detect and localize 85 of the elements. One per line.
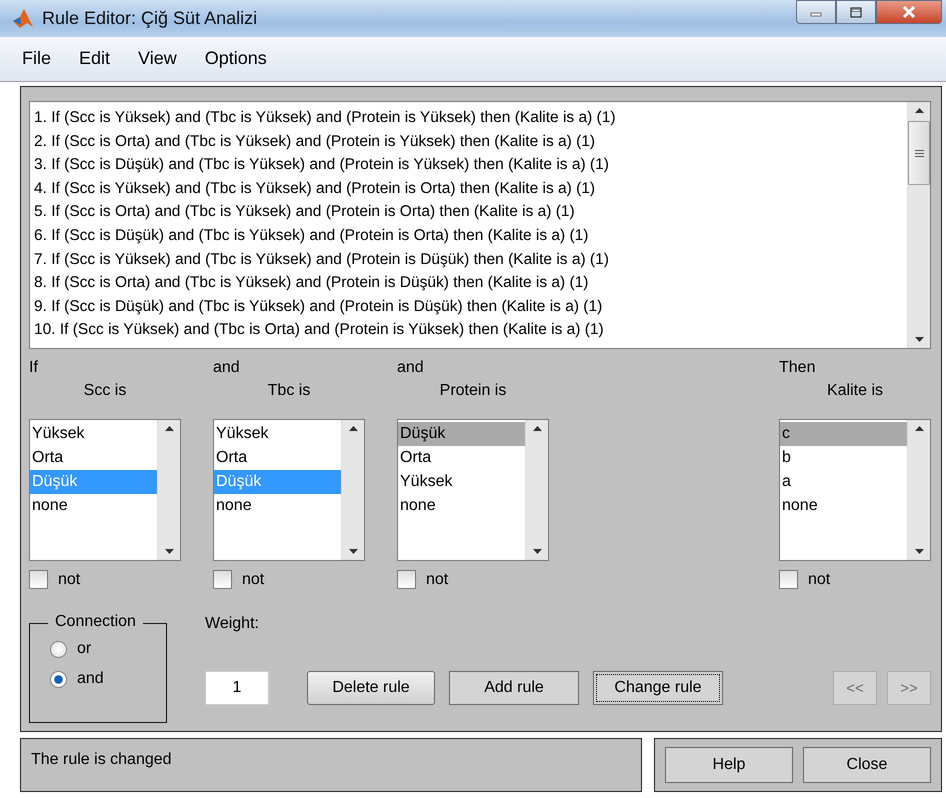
list-item[interactable]: Yüksek [30,422,157,446]
not-label: not [426,570,448,588]
radio-button[interactable] [50,670,67,688]
rule-line[interactable]: 6. If (Scc is Düşük) and (Tbc is Yüksek) and (Protein is Orta) then (Kalite is a) (1) [34,224,903,248]
list-item[interactable]: none [30,494,157,518]
not-checkbox[interactable] [213,570,232,589]
scroll-up-arrow-icon [914,426,924,431]
maximize-button[interactable] [836,0,876,24]
not-checkbox[interactable] [779,570,798,589]
radio-button[interactable] [50,640,67,658]
not-checkbox[interactable] [397,570,416,589]
not-label: not [808,570,830,588]
scroll-thumb[interactable] [908,121,930,185]
not-label: not [58,570,80,588]
rule-line[interactable]: 2. If (Scc is Orta) and (Tbc is Yüksek) and (Protein is Yüksek) then (Kalite is a) (1) [34,130,903,154]
scroll-down-arrow-icon [914,337,924,342]
scroll-up-arrow-icon [532,426,542,431]
variable-label: Protein is [438,382,508,401]
list-item[interactable]: none [214,494,341,518]
scrollbar[interactable] [341,420,364,560]
list-item[interactable]: Orta [214,446,341,470]
scroll-down-arrow-icon [348,549,358,554]
membership-list[interactable]: Düşük Orta Yüksek none [397,419,549,561]
scrollbar[interactable] [525,420,548,560]
status-message: The rule is changed [20,738,642,792]
scroll-down-arrow-icon [164,549,174,554]
rule-line[interactable]: 10. If (Scc is Yüksek) and (Tbc is Orta) and (Protein is Yüksek) then (Kalite is a) (1) [34,318,903,342]
variable-heading: If [29,359,39,378]
membership-list[interactable]: c b a none [779,419,931,561]
rule-button[interactable]: Change rule [593,671,723,705]
footer-button[interactable]: Help [665,747,793,783]
list-item[interactable]: none [398,494,525,518]
membership-list[interactable]: Yüksek Orta Düşük none [29,419,181,561]
rule-line[interactable]: 4. If (Scc is Yüksek) and (Tbc is Yüksek) and (Protein is Orta) then (Kalite is a) (1) [34,176,903,200]
close-button[interactable] [876,0,942,24]
rule-line[interactable]: 1. If (Scc is Yüksek) and (Tbc is Yüksek) and (Protein is Yüksek) then (Kalite is a) (1) [34,106,903,130]
grip-icon [914,150,924,156]
scrollbar[interactable] [157,420,180,560]
minimize-button[interactable] [796,0,836,24]
variable-heading: and [213,359,241,378]
scroll-down-arrow-icon [532,549,542,554]
list-item[interactable]: Yüksek [214,422,341,446]
variable-label: Scc is [82,382,128,401]
scroll-up-arrow-icon [348,426,358,431]
scroll-up-arrow-icon [914,108,924,113]
rule-list[interactable] [29,101,931,349]
menu-item[interactable]: View [138,48,177,70]
variable-heading: Then [779,359,816,378]
window-title: Rule Editor: Çiğ Süt Analizi [42,8,258,29]
rule-line[interactable]: 5. If (Scc is Orta) and (Tbc is Yüksek) and (Protein is Orta) then (Kalite is a) (1) [34,200,903,224]
not-checkbox[interactable] [29,570,48,589]
variable-label: Tbc is [266,382,312,401]
weight-label: Weight: [205,615,260,634]
footer-button[interactable]: Close [803,747,931,783]
list-item[interactable]: a [780,470,907,494]
app-logo-icon [12,7,34,30]
menu-item[interactable]: Edit [79,48,110,70]
membership-list[interactable]: Yüksek Orta Düşük none [213,419,365,561]
scrollbar[interactable] [907,420,930,560]
menu-item[interactable]: File [22,48,52,70]
list-item[interactable]: Düşük [398,422,525,446]
list-item[interactable]: Yüksek [398,470,525,494]
list-item[interactable]: none [780,494,907,518]
rule-button[interactable]: Delete rule [307,671,435,705]
list-item[interactable]: c [780,422,907,446]
list-item[interactable]: b [780,446,907,470]
rule-line[interactable]: 9. If (Scc is Düşük) and (Tbc is Yüksek) and (Protein is Düşük) then (Kalite is a) (1) [34,294,903,318]
variable-heading: and [397,359,425,378]
close-icon [902,6,916,18]
list-item[interactable]: Orta [398,446,525,470]
variable-label: Kalite is [826,382,884,401]
rule-line[interactable]: 8. If (Scc is Orta) and (Tbc is Yüksek) and (Protein is Düşük) then (Kalite is a) (1) [34,271,903,295]
rule-button[interactable]: Add rule [449,671,579,705]
scroll-up-arrow-icon [164,426,174,431]
weight-field[interactable]: 1 [205,671,269,705]
not-label: not [242,570,264,588]
list-item[interactable]: Orta [30,446,157,470]
radio-label: and [77,670,104,688]
maximize-icon [850,6,862,18]
menu-item[interactable]: Options [204,48,267,70]
scroll-down-arrow-icon [914,549,924,554]
radio-label: or [77,640,92,658]
rule-line[interactable]: 3. If (Scc is Düşük) and (Tbc is Yüksek) and (Protein is Yüksek) then (Kalite is a) (1) [34,153,903,177]
rule-line[interactable]: 7. If (Scc is Yüksek) and (Tbc is Yüksek) and (Protein is Düşük) then (Kalite is a) (1) [34,248,903,272]
scrollbar[interactable] [907,102,930,348]
